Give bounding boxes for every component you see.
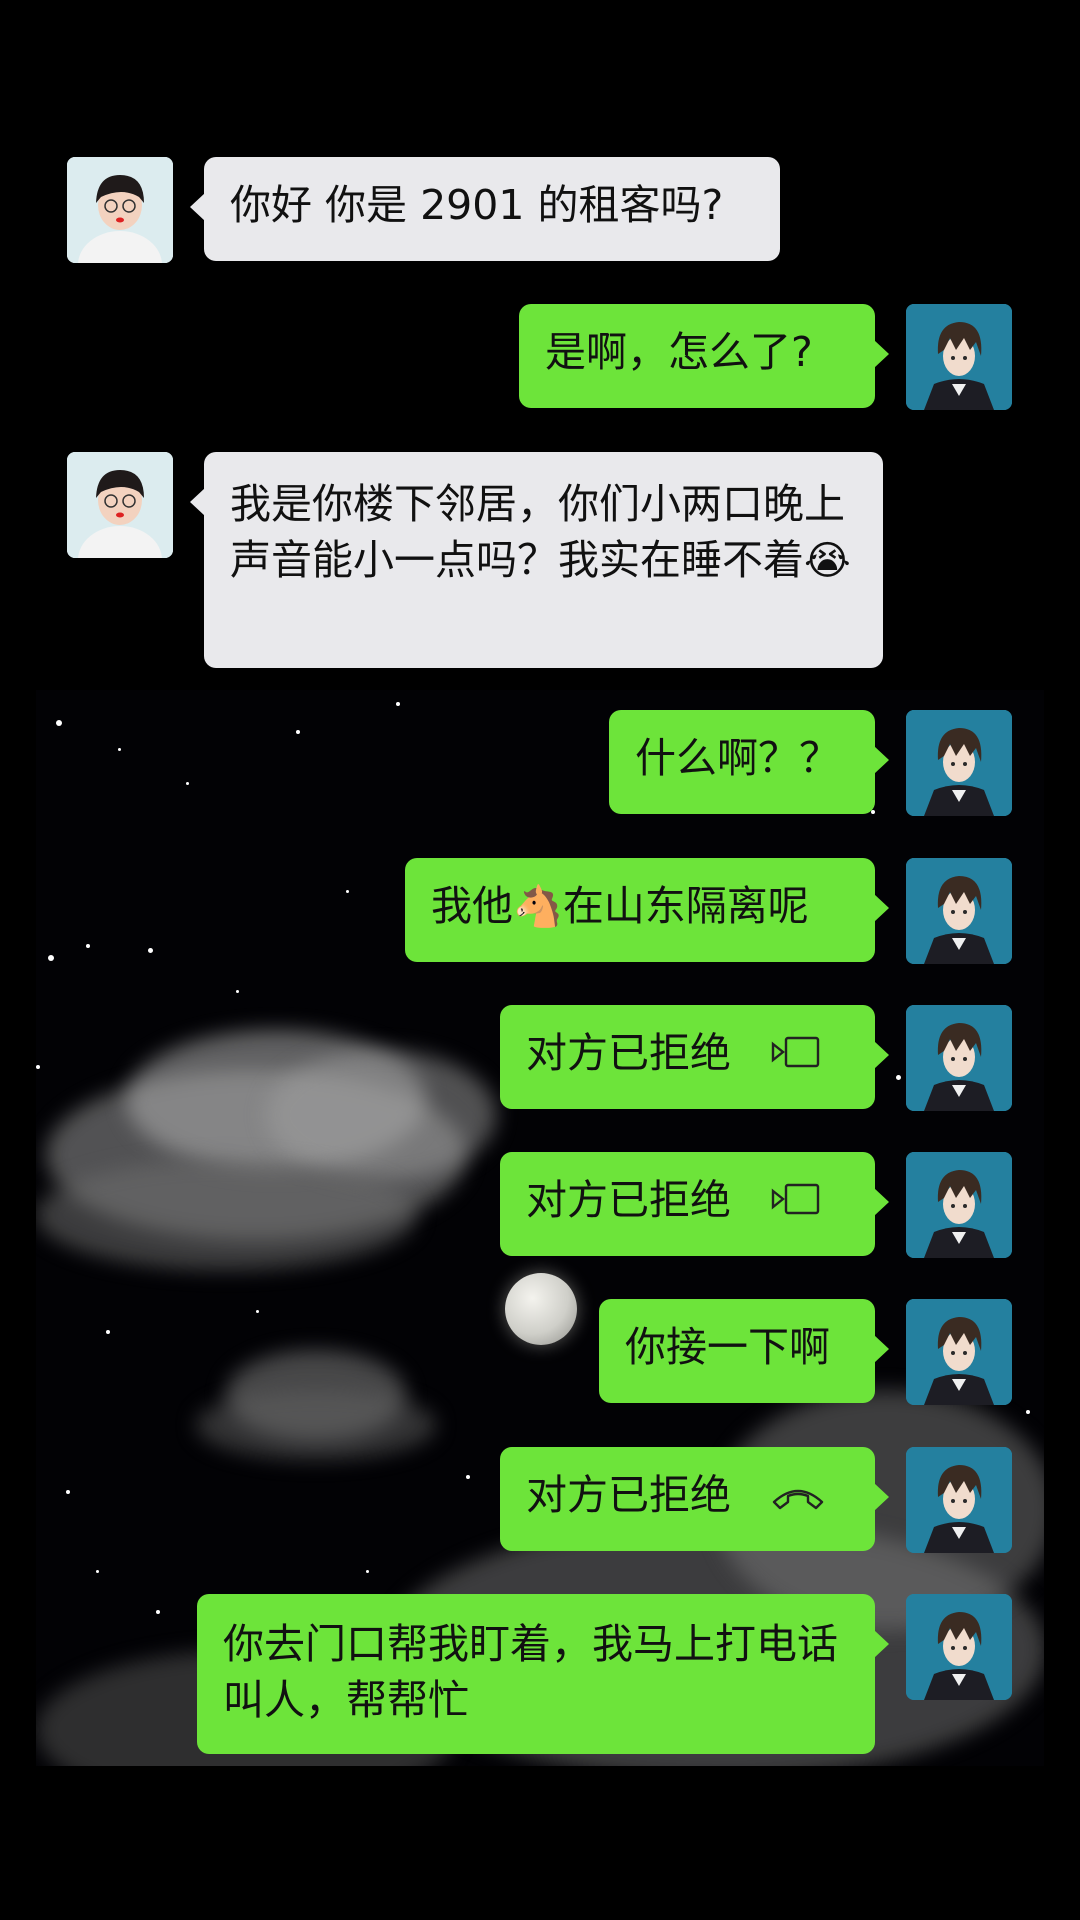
chat-screen: 你好 你是 2901 的租客吗? 是啊，怎么了? 我是你楼下邻居，你们小两口晚上… (0, 0, 1080, 1920)
message-text: 你好 你是 2901 的租客吗? (230, 181, 724, 229)
message-text: 对方已拒绝 (526, 1471, 731, 1519)
message-text: 对方已拒绝 (526, 1029, 731, 1077)
message-bubble-outgoing[interactable]: 什么啊？？ (609, 710, 889, 814)
call-record-bubble[interactable]: 对方已拒绝 (500, 1005, 889, 1109)
message-bubble-incoming[interactable]: 我是你楼下邻居，你们小两口晚上声音能小一点吗？我实在睡不着😭 (190, 452, 883, 668)
moon (505, 1273, 577, 1345)
message-bubble-outgoing[interactable]: 你去门口帮我盯着，我马上打电话叫人，帮帮忙 (197, 1594, 889, 1754)
video-call-icon (770, 1175, 822, 1231)
call-record-bubble[interactable]: 对方已拒绝 (500, 1447, 889, 1551)
phone-icon (770, 1470, 826, 1526)
message-text: 我是你楼下邻居，你们小两口晚上声音能小一点吗？我实在睡不着 (230, 480, 845, 584)
message-text: 是啊，怎么了? (545, 328, 813, 376)
message-bubble-incoming[interactable]: 你好 你是 2901 的租客吗? (190, 157, 780, 261)
call-record-bubble[interactable]: 对方已拒绝 (500, 1152, 889, 1256)
message-bubble-outgoing[interactable]: 你接一下啊 (599, 1299, 889, 1403)
my-avatar[interactable] (906, 1594, 1012, 1700)
my-avatar[interactable] (906, 304, 1012, 410)
neighbor-avatar[interactable] (67, 157, 173, 263)
message-text: 什么啊？？ (635, 734, 840, 782)
message-bubble-outgoing[interactable]: 是啊，怎么了? (519, 304, 889, 408)
neighbor-avatar[interactable] (67, 452, 173, 558)
message-text: 你去门口帮我盯着，我马上打电话叫人，帮帮忙 (223, 1620, 838, 1724)
my-avatar[interactable] (906, 710, 1012, 816)
facepalm-emoji: 😭 (804, 538, 851, 584)
my-avatar[interactable] (906, 858, 1012, 964)
message-text: 对方已拒绝 (526, 1176, 731, 1224)
message-bubble-outgoing[interactable]: 我他🐴在山东隔离呢 (405, 858, 889, 962)
my-avatar[interactable] (906, 1005, 1012, 1111)
my-avatar[interactable] (906, 1299, 1012, 1405)
my-avatar[interactable] (906, 1152, 1012, 1258)
my-avatar[interactable] (906, 1447, 1012, 1553)
message-text: 在山东隔离呢 (562, 882, 809, 930)
message-text: 你接一下啊 (625, 1323, 830, 1371)
message-text: 我他 (431, 882, 513, 930)
video-call-icon (770, 1028, 822, 1084)
horse-emoji: 🐴 (513, 884, 563, 930)
